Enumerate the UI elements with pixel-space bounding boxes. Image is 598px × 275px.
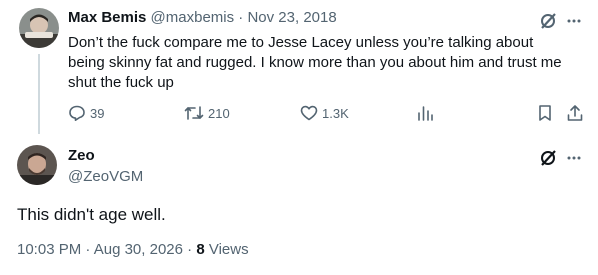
avatar[interactable] [17,145,57,185]
reply-icon [69,105,85,121]
bookmark-icon [539,105,551,121]
quoted-post-text: Don’t the fuck compare me to Jesse Lacey… [68,34,562,91]
grok-icon[interactable] [538,11,558,31]
post-date[interactable]: Nov 23, 2018 [247,9,336,26]
author-name[interactable]: Zeo [68,147,95,164]
more-options-icon[interactable] [566,11,582,29]
author-name[interactable]: Max Bemis [68,9,146,26]
reply-count: 39 [90,105,105,121]
repost-count: 210 [208,105,230,121]
grok-icon[interactable] [538,148,558,168]
views-count: 8 [196,241,205,258]
author-handle[interactable]: @maxbemis [151,9,235,26]
analytics-button[interactable] [416,104,434,122]
views-label: Views [204,241,249,258]
post-time[interactable]: 10:03 PM [17,241,81,258]
reply-post-text: This didn't age well. [17,205,166,224]
share-icon [567,105,583,121]
repost-button[interactable]: 210 [184,104,230,122]
like-count: 1.3K [322,105,349,121]
like-button[interactable]: 1.3K [300,104,349,122]
post-date[interactable]: Aug 30, 2026 [94,241,183,258]
meta-separator: · [182,241,197,258]
repost-icon [184,106,204,120]
avatar[interactable] [19,8,59,48]
author-handle[interactable]: @ZeoVGM [68,168,143,185]
post-footer: 10:03 PM · Aug 30, 2026 · 8 Views [17,241,249,258]
more-options-icon[interactable] [566,148,582,166]
meta-separator: · [234,9,248,26]
bookmark-button[interactable] [537,104,553,122]
bar-chart-icon [418,106,433,121]
meta-separator: · [81,241,94,258]
quoted-post-header: Max Bemis @maxbemis · Nov 23, 2018 [68,9,337,26]
thread-connector-line [38,54,40,134]
share-button[interactable] [566,104,584,122]
reply-button[interactable]: 39 [68,104,104,122]
heart-icon [300,105,318,121]
